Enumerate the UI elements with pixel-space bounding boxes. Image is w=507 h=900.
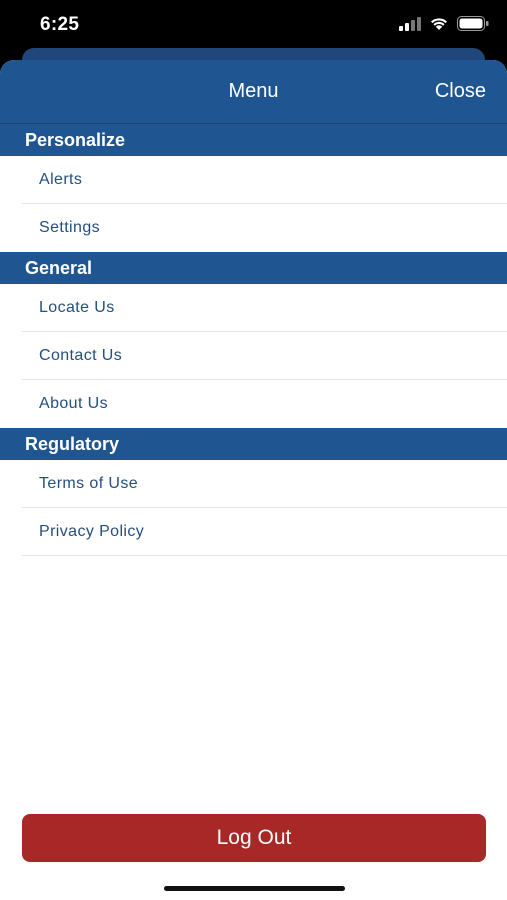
app-screen: 6:25 Menu Close Personalize Alerts Setti… (0, 0, 507, 900)
menu-item-about-us[interactable]: About Us (0, 380, 507, 428)
section-header-personalize: Personalize (0, 124, 507, 156)
menu-item-label: Contact Us (39, 347, 123, 364)
menu-item-contact-us[interactable]: Contact Us (0, 332, 507, 380)
section-header-regulatory: Regulatory (0, 428, 507, 460)
menu-item-settings[interactable]: Settings (0, 204, 507, 252)
menu-item-locate-us[interactable]: Locate Us (0, 284, 507, 332)
status-time: 6:25 (40, 14, 80, 35)
menu-item-label: Locate Us (39, 299, 115, 316)
menu-item-terms-of-use[interactable]: Terms of Use (0, 460, 507, 508)
nav-bar: Menu Close (0, 60, 507, 124)
status-bar: 6:25 (0, 0, 507, 50)
divider (22, 555, 507, 556)
battery-icon (457, 16, 489, 31)
home-indicator (164, 886, 345, 891)
menu-item-label: Alerts (39, 171, 83, 188)
menu-item-alerts[interactable]: Alerts (0, 156, 507, 204)
section-header-general: General (0, 252, 507, 284)
menu-item-privacy-policy[interactable]: Privacy Policy (0, 508, 507, 556)
cellular-signal-icon (399, 16, 421, 31)
nav-title: Menu (228, 80, 279, 102)
menu-item-label: Settings (39, 219, 101, 236)
menu-sheet: Menu Close Personalize Alerts Settings G… (0, 60, 507, 900)
logout-button[interactable]: Log Out (22, 814, 486, 862)
menu-item-label: Terms of Use (39, 475, 139, 492)
menu-item-label: About Us (39, 395, 109, 412)
close-button[interactable]: Close (435, 80, 486, 103)
status-icons (399, 16, 489, 31)
menu-item-label: Privacy Policy (39, 523, 145, 540)
wifi-icon (431, 18, 447, 30)
